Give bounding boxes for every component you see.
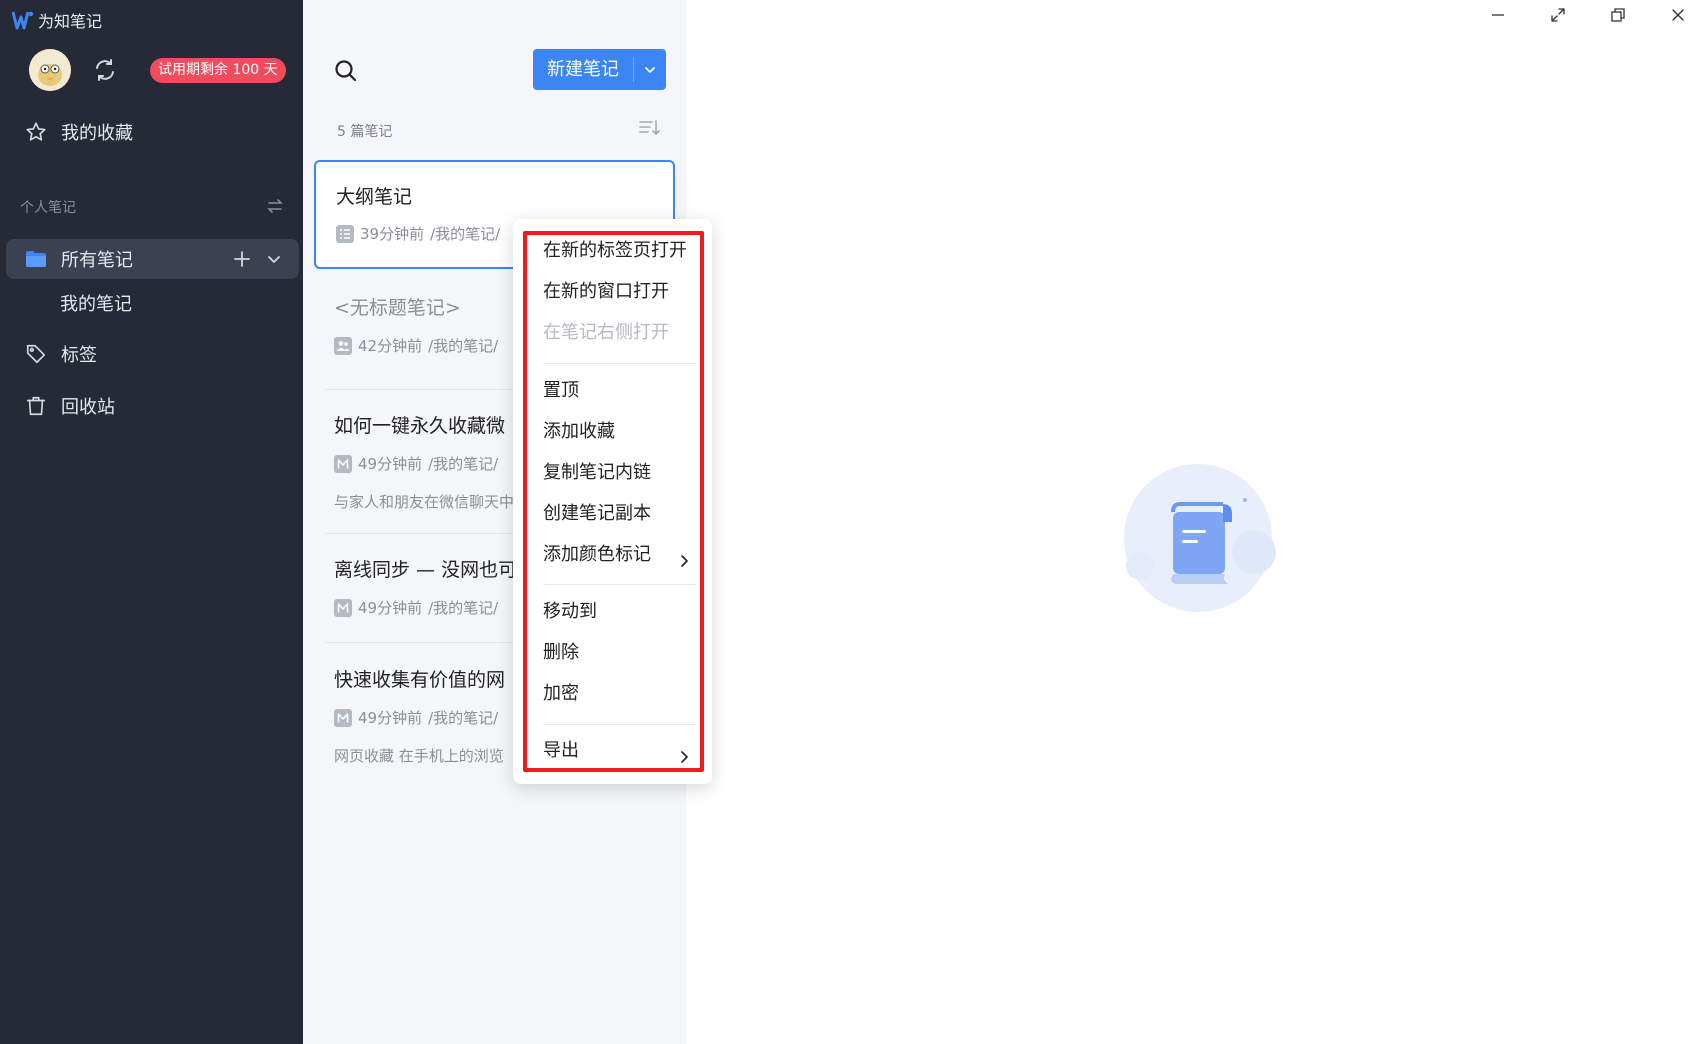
sidebar-item-label: 所有笔记 [61, 250, 133, 271]
wiz-logo-icon [12, 9, 34, 31]
note-meta: 39分钟前 /我的笔记/ [336, 223, 500, 244]
sidebar-item-my-notes[interactable]: 我的笔记 [60, 290, 132, 316]
chevron-down-icon[interactable] [266, 251, 282, 267]
menu-item-export[interactable]: 导出 [543, 736, 703, 766]
note-snippet: 与家人和朋友在微信聊天中 [334, 493, 515, 511]
sidebar-item-tags[interactable]: 标签 [6, 334, 299, 374]
collab-icon [334, 336, 352, 355]
note-meta: 49分钟前 /我的笔记/ [334, 597, 498, 618]
new-note-button[interactable]: 新建笔记 [533, 49, 666, 90]
outline-icon [336, 224, 354, 243]
menu-item-encrypt[interactable]: 加密 [543, 679, 703, 709]
search-icon[interactable] [333, 58, 359, 84]
note-meta: 42分钟前 /我的笔记/ [334, 335, 498, 356]
note-title: 离线同步 — 没网也可 [334, 559, 518, 581]
menu-item-add-favorite[interactable]: 添加收藏 [543, 417, 703, 447]
chevron-down-icon[interactable] [634, 49, 666, 90]
menu-item-color-mark[interactable]: 添加颜色标记 [543, 540, 703, 570]
minimize-icon[interactable] [1481, 2, 1515, 28]
star-icon [24, 120, 48, 144]
note-path: /我的笔记/ [428, 455, 499, 473]
menu-divider [543, 584, 696, 585]
close-icon[interactable] [1661, 2, 1695, 28]
menu-item-copy-link[interactable]: 复制笔记内链 [543, 458, 703, 488]
trial-badge[interactable]: 试用期剩余 100 天 [150, 58, 286, 83]
note-title: 快速收集有价值的网 [334, 669, 506, 691]
markdown-icon [334, 708, 352, 727]
note-meta: 49分钟前 /我的笔记/ [334, 453, 498, 474]
note-title: 大纲笔记 [336, 186, 413, 208]
note-snippet: 网页收藏 在手机上的浏览 [334, 747, 504, 765]
avatar[interactable] [29, 49, 71, 91]
note-meta: 49分钟前 /我的笔记/ [334, 707, 498, 728]
plus-icon[interactable] [232, 249, 252, 269]
menu-item-label: 导出 [543, 740, 579, 761]
note-path: /我的笔记/ [428, 709, 499, 727]
app-title-text: 为知笔记 [38, 12, 103, 31]
note-path: /我的笔记/ [430, 225, 501, 243]
switch-icon[interactable] [266, 197, 284, 215]
sidebar: 为知笔记 试用期剩余 100 天 我的收藏 个人笔记 所有笔记 我的笔记 标签 … [0, 0, 303, 1044]
fullscreen-icon[interactable] [1541, 2, 1575, 28]
menu-item-label: 添加颜色标记 [543, 544, 651, 565]
note-time: 49分钟前 [358, 709, 423, 727]
sidebar-item-trash[interactable]: 回收站 [6, 386, 299, 426]
menu-item-move-to[interactable]: 移动到 [543, 597, 703, 627]
chevron-right-icon [678, 548, 690, 567]
sync-icon[interactable] [92, 57, 118, 83]
tag-icon [24, 342, 48, 366]
trash-icon [24, 394, 48, 418]
menu-item-open-new-window[interactable]: 在新的窗口打开 [543, 277, 703, 307]
app-title: 为知笔记 [12, 8, 102, 32]
user-row: 试用期剩余 100 天 [29, 49, 294, 91]
note-title: <无标题笔记> [334, 297, 461, 319]
sort-icon[interactable] [637, 117, 661, 139]
note-time: 42分钟前 [358, 337, 423, 355]
new-note-label[interactable]: 新建笔记 [533, 49, 633, 90]
chevron-right-icon [678, 744, 690, 763]
menu-item-open-right: 在笔记右侧打开 [543, 322, 669, 343]
sidebar-item-all-notes[interactable]: 所有笔记 [6, 239, 299, 279]
sidebar-item-label: 标签 [61, 345, 97, 366]
note-time: 49分钟前 [358, 455, 423, 473]
menu-item-pin[interactable]: 置顶 [543, 376, 703, 406]
sidebar-item-label: 我的收藏 [61, 123, 133, 144]
menu-item-delete[interactable]: 删除 [543, 638, 703, 668]
empty-note-illustration [1118, 462, 1278, 614]
note-path: /我的笔记/ [428, 337, 499, 355]
note-path: /我的笔记/ [428, 599, 499, 617]
menu-divider [543, 724, 696, 725]
markdown-icon [334, 454, 352, 473]
menu-divider [543, 363, 696, 364]
context-menu: 在新的标签页打开 在新的窗口打开 在笔记右侧打开 置顶 添加收藏 复制笔记内链 … [513, 219, 712, 784]
menu-item-open-new-tab[interactable]: 在新的标签页打开 [543, 236, 703, 266]
note-time: 39分钟前 [360, 225, 425, 243]
section-label: 个人笔记 [20, 200, 76, 216]
note-time: 49分钟前 [358, 599, 423, 617]
note-count: 5 篇笔记 [337, 124, 393, 140]
sidebar-item-label: 回收站 [61, 397, 115, 418]
folder-icon [24, 247, 48, 271]
menu-item-duplicate[interactable]: 创建笔记副本 [543, 499, 703, 529]
markdown-icon [334, 598, 352, 617]
restore-icon[interactable] [1601, 2, 1635, 28]
sidebar-item-favorites[interactable]: 我的收藏 [6, 112, 299, 152]
note-title: 如何一键永久收藏微 [334, 415, 506, 437]
